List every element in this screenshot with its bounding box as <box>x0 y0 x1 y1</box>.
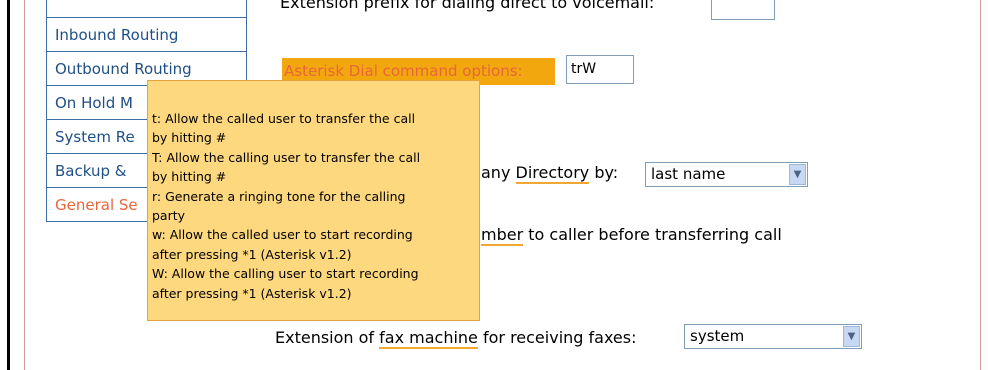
left-divider <box>24 0 25 370</box>
tooltip-line: after pressing *1 (Asterisk v1.2) <box>152 246 352 262</box>
directory-label-suffix: by: <box>589 163 619 182</box>
dial-options-input[interactable]: trW <box>566 55 634 84</box>
fax-label-prefix: Extension of <box>275 328 380 347</box>
fax-label: Extension of fax machine for receiving f… <box>275 328 637 349</box>
right-frame-border <box>980 0 988 370</box>
chevron-down-icon[interactable]: ▼ <box>789 164 806 185</box>
tooltip-line: t: Allow the called user to transfer the… <box>152 111 416 126</box>
sidebar-item-top[interactable] <box>46 0 247 18</box>
tooltip-line: T: Allow the calling user to transfer th… <box>152 149 421 165</box>
fax-extension-value: system <box>690 327 745 345</box>
tooltip-line: W: Allow the calling user to start recor… <box>152 266 419 282</box>
tooltip-line: by hitting # <box>152 169 227 185</box>
sidebar-item-inbound-routing[interactable]: Inbound Routing <box>46 18 247 52</box>
dial-options-tooltip: t: Allow the called user to transfer the… <box>147 80 480 321</box>
announce-label: mber to caller before transferring call <box>481 225 782 246</box>
directory-help-link[interactable]: Directory <box>515 163 590 184</box>
tooltip-line: w: Allow the called user to start record… <box>152 227 413 243</box>
left-frame-border <box>0 0 10 370</box>
tooltip-line: after pressing *1 (Asterisk v1.2) <box>152 285 352 301</box>
announce-label-suffix: to caller before transferring call <box>523 225 782 244</box>
announce-help-link[interactable]: mber <box>481 225 524 246</box>
fax-extension-select[interactable]: system ▼ <box>684 324 862 349</box>
fax-label-suffix: for receiving faxes: <box>477 328 637 347</box>
tooltip-line: party <box>152 208 186 224</box>
directory-sort-select[interactable]: last name ▼ <box>645 162 808 187</box>
tooltip-line: by hitting # <box>152 130 227 146</box>
chevron-down-icon[interactable]: ▼ <box>843 326 860 347</box>
fax-help-link[interactable]: fax machine <box>379 328 478 349</box>
voicemail-prefix-label: Extension prefix for dialing direct to v… <box>280 0 655 12</box>
directory-label-prefix: any <box>481 163 516 182</box>
directory-label: any Directory by: <box>481 163 619 184</box>
directory-sort-value: last name <box>651 165 726 183</box>
tooltip-line: r: Generate a ringing tone for the calli… <box>152 188 406 204</box>
voicemail-prefix-input[interactable] <box>711 0 775 20</box>
